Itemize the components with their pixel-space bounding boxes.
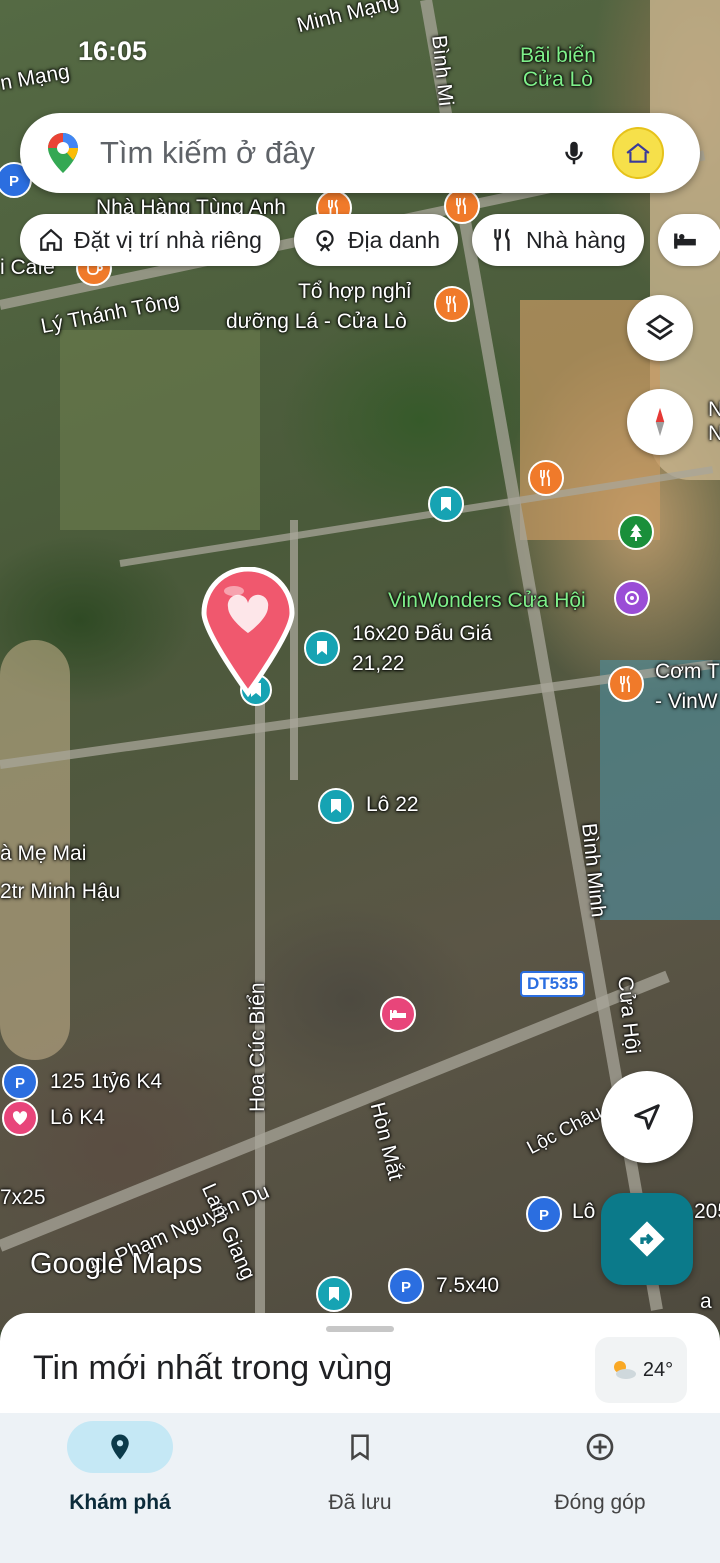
- search-input[interactable]: [100, 135, 540, 171]
- bottom-sheet[interactable]: Tin mới nhất trong vùng 24°: [0, 1313, 720, 1413]
- map-label-minh-mang: Minh Mạng: [294, 0, 401, 38]
- temperature: 24°: [642, 1358, 674, 1381]
- svg-text:P: P: [9, 173, 19, 190]
- bookmark-icon: [351, 1434, 369, 1461]
- account-avatar[interactable]: [612, 127, 664, 179]
- add-circle-icon: [586, 1433, 614, 1461]
- search-bar[interactable]: [20, 113, 700, 193]
- park-pin-icon[interactable]: [618, 514, 654, 550]
- map-label-to-hop-nghi-1: Tổ hợp nghỉ: [298, 280, 412, 303]
- map-label-binh-minh-top: Bình Mi: [427, 34, 458, 108]
- map-label-hon-mat: Hòn Mắt: [365, 1100, 408, 1183]
- map-label-bai-bien: Bãi biển Cửa Lò: [520, 44, 596, 92]
- nav-contribute[interactable]: Đóng góp: [480, 1413, 720, 1563]
- google-maps-pin-icon: [48, 133, 78, 173]
- nav-explore[interactable]: Khám phá: [0, 1413, 240, 1563]
- saved-place-pin-icon[interactable]: [316, 1276, 352, 1312]
- map-label-loc-chau: Lộc Châu: [523, 1102, 606, 1159]
- svg-text:P: P: [15, 1075, 25, 1092]
- layers-icon: [645, 314, 675, 341]
- map-label-k4-125: 125 1tỷ6 K4: [50, 1070, 163, 1093]
- map-label-lo-bottom: Lô: [572, 1200, 596, 1223]
- map-label-minh-mang-left: n Mạng: [0, 60, 72, 95]
- map-label-me-mai: à Mẹ Mai: [0, 842, 87, 865]
- navigation-arrow-icon: [634, 1104, 660, 1130]
- status-time: 16:05: [78, 36, 148, 66]
- parking-pin-icon[interactable]: P: [526, 1196, 562, 1232]
- category-chips: Đặt vị trí nhà riêng Địa danh Nhà hàng: [20, 214, 720, 266]
- nav-label: Đã lưu: [328, 1491, 392, 1514]
- chip-label: Địa danh: [347, 226, 440, 253]
- chip-restaurants[interactable]: Nhà hàng: [472, 214, 644, 266]
- chip-hotels[interactable]: [657, 214, 720, 266]
- map-label-7-5x40: 7.5x40: [436, 1274, 500, 1297]
- map-label-hoa-cuc-bien: Hoa Cúc Biển: [246, 982, 269, 1112]
- chip-label: Nhà hàng: [526, 226, 626, 253]
- map-label-7x25: 7x25: [0, 1186, 46, 1209]
- google-maps-logo: Google Maps: [30, 1248, 203, 1280]
- sheet-title: Tin mới nhất trong vùng: [33, 1349, 393, 1387]
- partly-cloudy-icon: [613, 1361, 636, 1379]
- saved-place-pin-icon[interactable]: [428, 486, 464, 522]
- map-label-to-hop-nghi-2: dưỡng Lá - Cửa Lò: [226, 310, 407, 333]
- home-icon: [40, 228, 62, 251]
- nav-contribute-icon-wrap: [547, 1421, 653, 1473]
- map-label-minh-hau: 2tr Minh Hậu: [0, 880, 121, 903]
- attraction-pin-icon[interactable]: [614, 580, 650, 616]
- nav-saved-icon-wrap: [307, 1421, 413, 1473]
- directions-button[interactable]: [601, 1193, 693, 1285]
- map-label-com-t-2: - VinW: [655, 690, 718, 713]
- restaurant-pin-icon[interactable]: [528, 460, 564, 496]
- restaurant-pin-icon[interactable]: [608, 666, 644, 702]
- saved-place-pin-icon[interactable]: [318, 788, 354, 824]
- parking-pin-icon[interactable]: P: [388, 1268, 424, 1304]
- map-label-n-right: N N: [708, 398, 720, 446]
- layers-button[interactable]: [627, 295, 693, 361]
- nav-explore-icon-wrap: [67, 1421, 173, 1473]
- weather-badge[interactable]: 24°: [595, 1337, 687, 1403]
- location-pin-icon: [111, 1434, 129, 1460]
- hotel-pin-icon[interactable]: [380, 996, 416, 1032]
- map-label-com-t-1: Cơm T: [655, 660, 720, 683]
- bottom-navigation: Khám phá Đã lưu Đóng góp: [0, 1413, 720, 1563]
- selected-heart-marker-icon[interactable]: [198, 566, 298, 698]
- svg-text:P: P: [401, 1279, 411, 1296]
- map-label-lo-22: Lô 22: [366, 793, 419, 816]
- nav-saved[interactable]: Đã lưu: [240, 1413, 480, 1563]
- svg-text:P: P: [539, 1207, 549, 1224]
- landmark-icon: [316, 230, 334, 252]
- compass-button[interactable]: [627, 389, 693, 455]
- nav-label: Đóng góp: [554, 1491, 646, 1514]
- microphone-icon[interactable]: [554, 133, 594, 173]
- heart-pin-icon[interactable]: [2, 1100, 38, 1136]
- restaurant-pin-icon[interactable]: [434, 286, 470, 322]
- saved-place-pin-icon[interactable]: [304, 630, 340, 666]
- restaurant-icon: [494, 228, 510, 251]
- map-label-205: 205: [694, 1200, 720, 1223]
- map-label-vinwonders: VinWonders Cửa Hội: [388, 589, 586, 612]
- directions-icon: [629, 1221, 665, 1257]
- map-label-a: a: [700, 1290, 712, 1313]
- chip-landmarks[interactable]: Địa danh: [293, 214, 458, 266]
- sheet-drag-handle[interactable]: [326, 1326, 394, 1332]
- compass-icon: [655, 407, 665, 437]
- parking-pin-icon[interactable]: P: [2, 1064, 38, 1100]
- chip-set-home[interactable]: Đặt vị trí nhà riêng: [20, 214, 280, 266]
- my-location-button[interactable]: [601, 1071, 693, 1163]
- map-label-lo-k4: Lô K4: [50, 1106, 105, 1129]
- map-label-dau-gia-2: 21,22: [352, 652, 405, 675]
- nav-label: Khám phá: [69, 1491, 171, 1514]
- map-label-dau-gia-1: 16x20 Đấu Giá: [352, 622, 493, 645]
- hotel-icon: [673, 233, 696, 249]
- field-area: [60, 330, 260, 530]
- dt535-badge: DT535: [520, 971, 586, 997]
- chip-label: Đặt vị trí nhà riêng: [74, 226, 262, 253]
- house-logo-icon: [626, 142, 650, 163]
